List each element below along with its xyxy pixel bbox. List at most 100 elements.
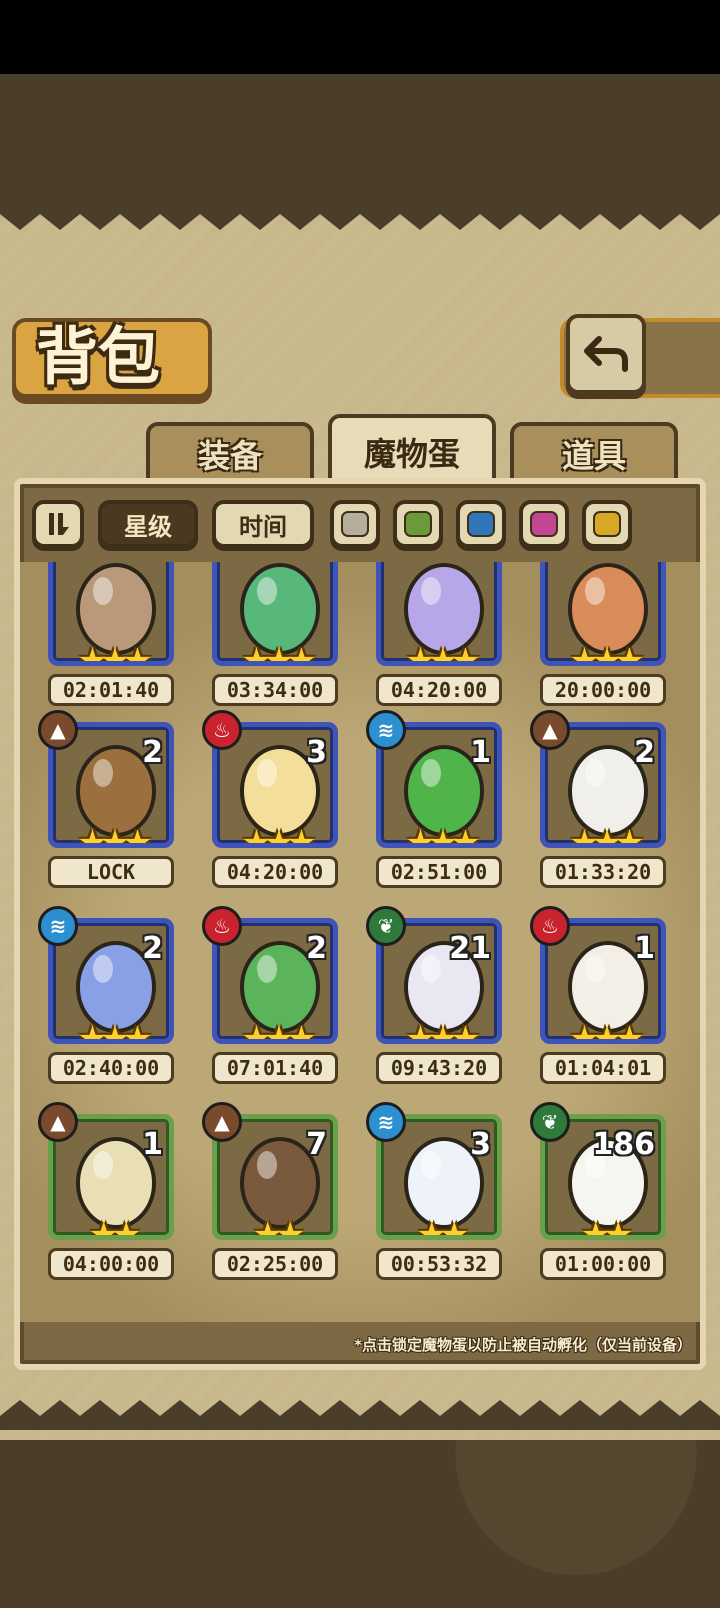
egg-count: 1 xyxy=(470,735,491,770)
hatch-timer: 09:43:20 xyxy=(376,1052,502,1084)
yellow-swatch xyxy=(593,511,621,537)
sort-toggle-icon xyxy=(49,513,69,535)
tab-monster-egg-label: 魔物蛋 xyxy=(363,435,460,473)
water-element-icon: ≋ xyxy=(366,1102,406,1142)
star-rating: ★★★ xyxy=(405,1019,480,1044)
hatch-timer: 00:53:32 xyxy=(376,1248,502,1280)
egg-card[interactable]: 1 ★★ ▲ 04:00:00 xyxy=(38,1102,180,1290)
star-rating: ★★★ xyxy=(241,1019,316,1044)
egg-frame: ★★★ xyxy=(376,562,502,666)
fire-element-icon: ♨ xyxy=(202,710,242,750)
star-rating: ★★★ xyxy=(241,823,316,848)
water-element-icon: ≋ xyxy=(366,710,406,750)
egg-card[interactable]: 21 ★★★ ❦ 09:43:20 xyxy=(366,906,508,1094)
star-rating: ★★ xyxy=(580,1215,634,1240)
star-rating: ★★★ xyxy=(241,641,316,666)
earth-element-icon: ▲ xyxy=(38,1102,78,1142)
hatch-timer: 02:01:40 xyxy=(48,674,174,706)
grey-swatch xyxy=(341,511,369,537)
hatch-timer: 04:20:00 xyxy=(376,674,502,706)
hatch-timer: 01:04:01 xyxy=(540,1052,666,1084)
tab-items-label: 道具 xyxy=(561,437,626,475)
hatch-timer: 07:01:40 xyxy=(212,1052,338,1084)
tab-equipment-label: 装备 xyxy=(197,437,262,475)
leaf-element-icon: ❦ xyxy=(366,906,406,946)
tab-monster-egg[interactable]: 魔物蛋 xyxy=(328,414,496,486)
egg-frame: ★★★ xyxy=(212,562,338,666)
hatch-timer: 01:33:20 xyxy=(540,856,666,888)
egg-count: 1 xyxy=(634,931,655,966)
egg-frame: ★★★ xyxy=(540,562,666,666)
star-rating: ★★ xyxy=(252,1215,306,1240)
hatch-timer: 02:25:00 xyxy=(212,1248,338,1280)
egg-card[interactable]: 186 ★★ ❦ 01:00:00 xyxy=(530,1102,672,1290)
egg-card[interactable]: 2 ★★★ ♨ 07:01:40 xyxy=(202,906,344,1094)
earth-element-icon: ▲ xyxy=(202,1102,242,1142)
earth-element-icon: ▲ xyxy=(38,710,78,750)
hatch-timer: 02:51:00 xyxy=(376,856,502,888)
egg-card[interactable]: 7 ★★ ▲ 02:25:00 xyxy=(202,1102,344,1290)
sort-order-button[interactable] xyxy=(32,500,84,548)
egg-card[interactable]: ★★★ 02:01:40 xyxy=(42,562,180,716)
lock-label: LOCK xyxy=(48,856,174,888)
star-rating: ★★ xyxy=(416,1215,470,1240)
star-rating: ★★★ xyxy=(405,823,480,848)
filter-green-button[interactable] xyxy=(393,500,443,548)
leaf-element-icon: ❦ xyxy=(530,1102,570,1142)
hatch-timer: 04:00:00 xyxy=(48,1248,174,1280)
sort-by-star-button[interactable]: 星级 xyxy=(98,500,198,548)
blue-swatch xyxy=(467,511,495,537)
hatch-timer: 02:40:00 xyxy=(48,1052,174,1084)
star-rating: ★★★ xyxy=(405,641,480,666)
star-rating: ★★★ xyxy=(77,823,152,848)
egg-count: 2 xyxy=(142,931,163,966)
egg-count: 3 xyxy=(470,1127,491,1162)
status-bar xyxy=(0,0,720,74)
egg-card[interactable]: 2 ★★★ ≋ 02:40:00 xyxy=(38,906,180,1094)
egg-card[interactable]: ★★★ 03:34:00 xyxy=(206,562,344,716)
filter-grey-button[interactable] xyxy=(330,500,380,548)
star-rating: ★★★ xyxy=(569,823,644,848)
egg-card[interactable]: 2 ★★★ ▲ LOCK xyxy=(38,710,180,898)
tab-equipment[interactable]: 装备 xyxy=(146,422,314,482)
filter-yellow-button[interactable] xyxy=(582,500,632,548)
page-title: 背包 xyxy=(36,320,161,393)
back-button[interactable] xyxy=(566,314,646,394)
star-rating: ★★★ xyxy=(569,641,644,666)
hatch-timer: 01:00:00 xyxy=(540,1248,666,1280)
pink-swatch xyxy=(530,511,558,537)
egg-card[interactable]: 2 ★★★ ▲ 01:33:20 xyxy=(530,710,672,898)
egg-card[interactable]: 3 ★★ ≋ 00:53:32 xyxy=(366,1102,508,1290)
zigzag-top-edge xyxy=(0,200,720,230)
egg-count: 21 xyxy=(449,931,491,966)
fire-element-icon: ♨ xyxy=(202,906,242,946)
filter-bar: 星级 时间 xyxy=(22,494,692,554)
egg-card[interactable]: 1 ★★★ ♨ 01:04:01 xyxy=(530,906,672,1094)
lock-hint-text: *点击锁定魔物蛋以防止被自动孵化（仅当前设备） xyxy=(354,1336,692,1354)
star-rating: ★★★ xyxy=(569,1019,644,1044)
egg-count: 7 xyxy=(306,1127,327,1162)
egg-count: 2 xyxy=(306,931,327,966)
tab-items[interactable]: 道具 xyxy=(510,422,678,482)
sort-by-time-button[interactable]: 时间 xyxy=(212,500,314,548)
back-arrow-icon xyxy=(584,336,628,372)
egg-frame: ★★★ xyxy=(48,562,174,666)
hatch-timer: 04:20:00 xyxy=(212,856,338,888)
egg-card[interactable]: ★★★ 04:20:00 xyxy=(370,562,508,716)
filter-pink-button[interactable] xyxy=(519,500,569,548)
egg-count: 2 xyxy=(634,735,655,770)
egg-count: 3 xyxy=(306,735,327,770)
filter-blue-button[interactable] xyxy=(456,500,506,548)
egg-count: 1 xyxy=(142,1127,163,1162)
fire-element-icon: ♨ xyxy=(530,906,570,946)
zigzag-bottom-edge xyxy=(0,1400,720,1430)
star-rating: ★★★ xyxy=(77,641,152,666)
egg-card[interactable]: ★★★ 20:00:00 xyxy=(534,562,672,716)
egg-card[interactable]: 1 ★★★ ≋ 02:51:00 xyxy=(366,710,508,898)
green-swatch xyxy=(404,511,432,537)
hatch-timer: 20:00:00 xyxy=(540,674,666,706)
earth-element-icon: ▲ xyxy=(530,710,570,750)
sort-by-star-label: 星级 xyxy=(124,512,172,541)
tab-strip: 装备 魔物蛋 道具 xyxy=(14,414,706,486)
egg-card[interactable]: 3 ★★★ ♨ 04:20:00 xyxy=(202,710,344,898)
